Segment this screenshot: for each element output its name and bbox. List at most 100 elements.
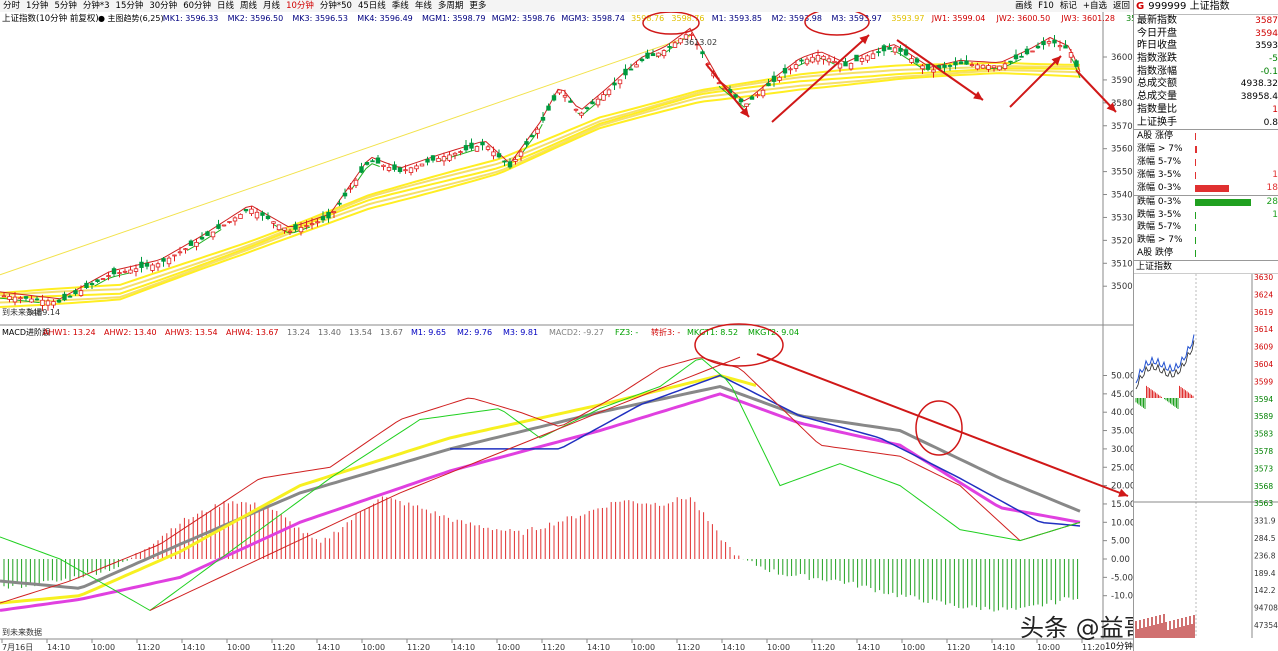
macd-legend-item: AHW1: 13.24	[43, 328, 96, 337]
candle	[700, 51, 705, 55]
mini-axis-label: 3630	[1254, 274, 1273, 282]
period-tab[interactable]: 月线	[260, 0, 283, 12]
candle	[788, 68, 793, 71]
candle	[122, 270, 128, 273]
toolbar-button[interactable]: F10	[1035, 0, 1057, 12]
candle	[854, 54, 859, 62]
candle	[782, 67, 788, 74]
period-tab[interactable]: 1分钟	[23, 0, 51, 12]
breadth-count: 18	[1266, 182, 1278, 193]
candle	[177, 251, 183, 254]
candle	[408, 167, 414, 173]
period-tab[interactable]: 分钟*3	[80, 0, 113, 12]
candle	[1063, 45, 1068, 49]
quote-table: 最新指数 3587 今日开盘 3594 昨日收盘 3593 指数涨跌 -5 指数涨幅 -0.1 总成…	[1134, 15, 1278, 129]
toolbar-button[interactable]: +自选	[1080, 0, 1110, 12]
mini-intraday-chart[interactable]: 3630 3624 3619 3614 3609 3604 3599 3594 3589 3583…	[1134, 274, 1278, 639]
quote-row: 总成交量 38958.4	[1134, 91, 1278, 104]
price-axis-label: 3550	[1111, 168, 1133, 178]
candle	[243, 209, 249, 212]
quote-value: 3594	[1255, 28, 1278, 39]
main-chart-area[interactable]: 上证指数(10分钟 前复权) ● 主图趋势(6,25) MK1: 3596.33 MK…	[0, 12, 1133, 651]
candle	[117, 272, 122, 274]
candle	[67, 295, 73, 298]
period-tab[interactable]: 年线	[412, 0, 435, 12]
macd-axis-label: 15.00	[1111, 500, 1133, 510]
price-axis-label: 3590	[1111, 76, 1133, 86]
candle	[469, 142, 474, 149]
candle	[650, 53, 656, 57]
candle	[667, 46, 672, 48]
period-tab[interactable]: 5分钟	[51, 0, 79, 12]
candle	[518, 151, 524, 157]
macd-legend-item: AHW3: 13.54	[165, 328, 218, 337]
breadth-bar	[1195, 224, 1196, 232]
breadth-label: 涨幅 0-3%	[1137, 182, 1182, 193]
price-legend-item: MGM2: 3598.76	[492, 14, 555, 23]
quote-label: 指数涨跌	[1137, 53, 1177, 65]
period-tab[interactable]: 更多	[466, 0, 489, 12]
candle	[777, 76, 782, 81]
toolbar-button[interactable]: 标记	[1057, 0, 1080, 12]
candle	[199, 236, 205, 240]
period-tab[interactable]: 45日线	[355, 0, 389, 12]
period-tab[interactable]: 周线	[237, 0, 260, 12]
price-axis-label: 3510	[1111, 259, 1133, 269]
price-axis-label: 3600	[1111, 53, 1133, 63]
candle	[227, 221, 232, 223]
period-tab[interactable]: 10分钟	[283, 0, 317, 12]
candle	[942, 64, 947, 68]
macd-axis-label: 35.00	[1111, 427, 1133, 437]
quote-row: 指数涨跌 -5	[1134, 53, 1278, 66]
time-axis-label: 14:10	[182, 643, 205, 651]
candle	[826, 58, 832, 63]
candle	[914, 58, 920, 63]
period-tab[interactable]: 分钟*50	[317, 0, 355, 12]
candle	[612, 82, 617, 86]
macd-legend-item: 转折3: -	[651, 327, 680, 337]
candle	[1057, 45, 1063, 48]
breadth-label: 跌幅 > 7%	[1137, 235, 1183, 246]
quote-value: 38958.4	[1240, 92, 1278, 103]
breadth-count: 28	[1266, 196, 1278, 207]
candle	[848, 63, 854, 70]
candle	[573, 108, 579, 111]
price-legend-item: MGM1: 3598.79	[422, 14, 485, 23]
price-axis-label: 3520	[1111, 236, 1133, 246]
candle	[975, 64, 980, 70]
candle	[502, 160, 507, 163]
candle	[364, 162, 370, 165]
candle	[23, 296, 29, 299]
period-tab[interactable]: 60分钟	[180, 0, 214, 12]
mini-axis-label: 331.9	[1254, 517, 1276, 526]
candle	[386, 166, 392, 171]
candle	[903, 49, 909, 56]
period-tab[interactable]: 分时	[0, 0, 23, 12]
macd-legend-item: MACD2: -9.27	[549, 328, 604, 337]
period-tab[interactable]: 日线	[214, 0, 237, 12]
peak-price-label: 3613.02	[684, 38, 717, 47]
time-axis-label: 11:20	[407, 643, 430, 651]
candle	[766, 83, 771, 87]
period-tab[interactable]: 季线	[389, 0, 412, 12]
period-tab[interactable]: 30分钟	[146, 0, 180, 12]
quote-label: 昨日收盘	[1137, 40, 1177, 52]
time-axis-label: 11:20	[947, 643, 970, 651]
candle	[1013, 54, 1019, 60]
time-axis-label: 11:20	[677, 643, 700, 651]
candle	[309, 223, 315, 226]
candle	[397, 167, 403, 173]
candle	[337, 202, 342, 205]
period-tab[interactable]: 15分钟	[113, 0, 147, 12]
breadth-bar	[1195, 237, 1196, 245]
candle	[738, 98, 744, 103]
candle	[84, 282, 89, 289]
candle	[1068, 52, 1074, 58]
candle	[194, 241, 199, 247]
toolbar-button[interactable]: 画线	[1012, 0, 1035, 12]
breadth-bar	[1195, 198, 1251, 206]
quote-label: 最新指数	[1137, 15, 1177, 26]
macd-legend-item: FZ3: -	[615, 328, 638, 337]
period-tab[interactable]: 多周期	[435, 0, 467, 12]
toolbar-button[interactable]: 返回	[1110, 0, 1133, 12]
